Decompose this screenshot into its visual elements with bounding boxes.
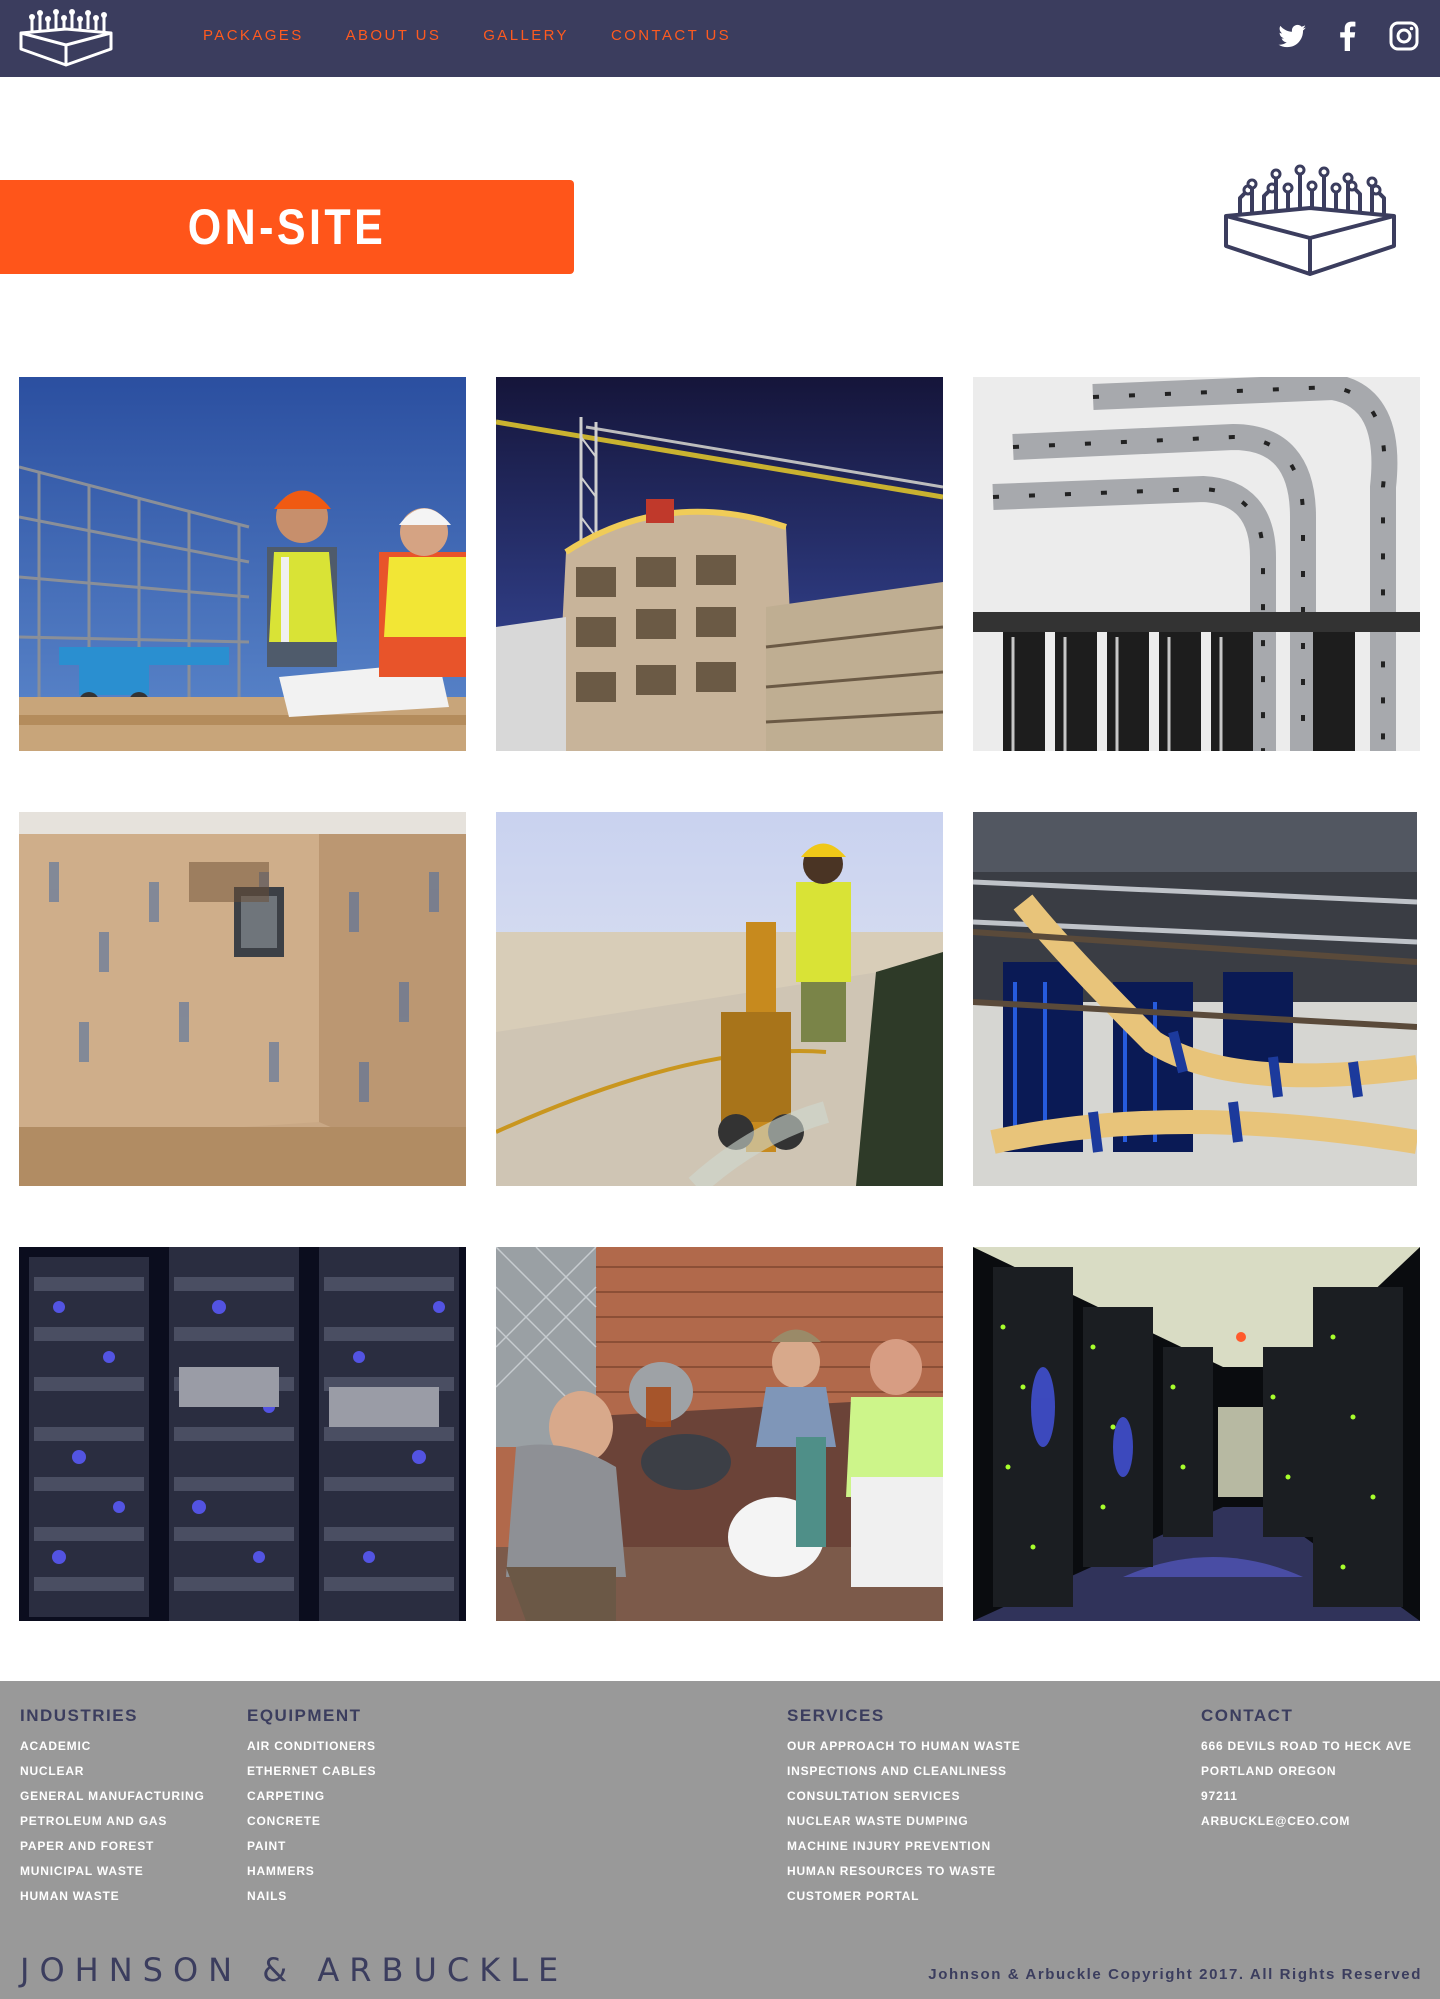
footer-link[interactable]: GENERAL MANUFACTURING <box>20 1784 205 1809</box>
footer-link[interactable]: CONCRETE <box>247 1809 376 1834</box>
gallery-photo-insulated-room[interactable] <box>19 812 466 1186</box>
gallery-photo-lunch-break[interactable] <box>496 1247 943 1621</box>
gallery-photo-cable-tray-yellow[interactable] <box>973 812 1417 1186</box>
footer-link[interactable]: NUCLEAR <box>20 1759 205 1784</box>
footer-link[interactable]: CARPETING <box>247 1784 376 1809</box>
logo-icon[interactable] <box>18 9 114 69</box>
footer-industries: INDUSTRIES ACADEMIC NUCLEAR GENERAL MANU… <box>20 1706 205 1909</box>
nav-gallery[interactable]: GALLERY <box>483 27 569 44</box>
copyright-text: Johnson & Arbuckle Copyright 2017. All R… <box>928 1966 1422 1983</box>
footer-link[interactable]: HAMMERS <box>247 1859 376 1884</box>
footer-link[interactable]: HUMAN RESOURCES TO WASTE <box>787 1859 1021 1884</box>
footer-link[interactable]: ETHERNET CABLES <box>247 1759 376 1784</box>
nav-packages[interactable]: PACKAGES <box>203 27 304 44</box>
logo-icon <box>1222 164 1398 278</box>
footer-link[interactable]: ACADEMIC <box>20 1734 205 1759</box>
contact-city: PORTLAND OREGON <box>1201 1764 1337 1778</box>
contact-email[interactable]: ARBUCKLE@CEO.COM <box>1201 1809 1412 1834</box>
footer-link[interactable]: AIR CONDITIONERS <box>247 1734 376 1759</box>
footer-link[interactable]: CUSTOMER PORTAL <box>787 1884 1021 1909</box>
footer-brand: JOHNSON & ARBUCKLE <box>20 1951 569 1989</box>
gallery-photo-drilling-rig[interactable] <box>496 812 943 1186</box>
site-footer: INDUSTRIES ACADEMIC NUCLEAR GENERAL MANU… <box>0 1681 1440 1999</box>
contact-zip: 97211 <box>1201 1789 1238 1803</box>
footer-equipment: EQUIPMENT AIR CONDITIONERS ETHERNET CABL… <box>247 1706 376 1909</box>
nav-contact-us[interactable]: CONTACT US <box>611 27 731 44</box>
contact-address: 666 DEVILS ROAD TO HECK AVE <box>1201 1739 1412 1753</box>
instagram-icon[interactable] <box>1388 20 1420 52</box>
footer-industries-title: INDUSTRIES <box>20 1706 138 1725</box>
footer-link[interactable]: CONSULTATION SERVICES <box>787 1784 1021 1809</box>
twitter-icon[interactable] <box>1276 20 1308 52</box>
gallery-photo-building-crane[interactable] <box>496 377 943 751</box>
footer-link[interactable]: INSPECTIONS AND CLEANLINESS <box>787 1759 1021 1784</box>
footer-contact-title: CONTACT <box>1201 1706 1294 1725</box>
gallery-photo-data-center-corridor[interactable] <box>973 1247 1420 1621</box>
main-nav: PACKAGES ABOUT US GALLERY CONTACT US <box>203 27 731 44</box>
footer-link[interactable]: PAINT <box>247 1834 376 1859</box>
footer-services-title: SERVICES <box>787 1706 885 1725</box>
footer-link[interactable]: NUCLEAR WASTE DUMPING <box>787 1809 1021 1834</box>
footer-link[interactable]: PAPER AND FOREST <box>20 1834 205 1859</box>
footer-equipment-title: EQUIPMENT <box>247 1706 362 1725</box>
gallery-photo-cable-bundles-grey[interactable] <box>973 377 1420 751</box>
footer-link[interactable]: MUNICIPAL WASTE <box>20 1859 205 1884</box>
gallery-photo-workers-plans[interactable] <box>19 377 466 751</box>
social-links <box>1276 20 1420 52</box>
footer-contact: CONTACT 666 DEVILS ROAD TO HECK AVE PORT… <box>1201 1706 1412 1834</box>
page-title-banner: ON-SITE PRODUCTION <box>0 180 574 349</box>
footer-link[interactable]: OUR APPROACH TO HUMAN WASTE <box>787 1734 1021 1759</box>
facebook-icon[interactable] <box>1332 20 1364 52</box>
gallery-photo-server-racks-blue[interactable] <box>19 1247 466 1621</box>
page-title: ON-SITE PRODUCTION <box>125 199 449 349</box>
footer-link[interactable]: NAILS <box>247 1884 376 1909</box>
site-header: PACKAGES ABOUT US GALLERY CONTACT US <box>0 0 1440 77</box>
footer-link[interactable]: MACHINE INJURY PREVENTION <box>787 1834 1021 1859</box>
footer-services: SERVICES OUR APPROACH TO HUMAN WASTE INS… <box>787 1706 1021 1909</box>
footer-link[interactable]: PETROLEUM AND GAS <box>20 1809 205 1834</box>
nav-about-us[interactable]: ABOUT US <box>346 27 442 44</box>
footer-link[interactable]: HUMAN WASTE <box>20 1884 205 1909</box>
